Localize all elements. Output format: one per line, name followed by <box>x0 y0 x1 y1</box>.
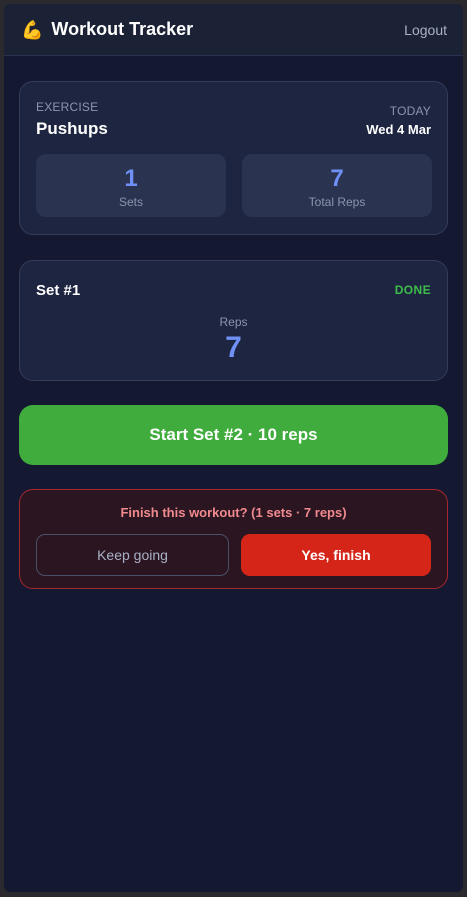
set-card: Set #1 DONE Reps 7 <box>19 260 448 381</box>
header-bar: 💪 Workout Tracker Logout <box>4 4 463 56</box>
exercise-label: EXERCISE <box>36 100 99 114</box>
flexed-biceps-icon: 💪 <box>21 19 44 40</box>
finish-confirm-panel: Finish this workout? (1 sets · 7 reps) K… <box>19 489 448 589</box>
set-status-badge: DONE <box>394 283 431 297</box>
total-reps-count: 7 <box>330 165 344 192</box>
start-set-button[interactable]: Start Set #2 · 10 reps <box>19 405 448 465</box>
logout-link[interactable]: Logout <box>404 22 447 38</box>
app-window: 💪 Workout Tracker Logout EXERCISE Pushup… <box>4 4 463 892</box>
workout-date: Wed 4 Mar <box>366 122 431 137</box>
finish-confirm-message: Finish this workout? (1 sets · 7 reps) <box>120 505 347 520</box>
brand: 💪 Workout Tracker <box>21 19 193 40</box>
set-title: Set #1 <box>36 282 81 299</box>
yes-finish-button[interactable]: Yes, finish <box>241 534 431 576</box>
sets-count: 1 <box>124 165 138 192</box>
exercise-card: EXERCISE Pushups TODAY Wed 4 Mar 1 Sets … <box>19 81 448 235</box>
total-reps-stat: 7 Total Reps <box>242 154 432 217</box>
today-label: TODAY <box>389 104 431 118</box>
sets-stat: 1 Sets <box>36 154 226 217</box>
sets-label: Sets <box>118 195 143 209</box>
set-reps-value: 7 <box>225 331 242 364</box>
set-reps-label: Reps <box>219 315 248 329</box>
total-reps-label: Total Reps <box>308 195 366 209</box>
app-title: Workout Tracker <box>51 19 194 39</box>
keep-going-button[interactable]: Keep going <box>36 534 229 576</box>
exercise-name: Pushups <box>36 119 108 138</box>
